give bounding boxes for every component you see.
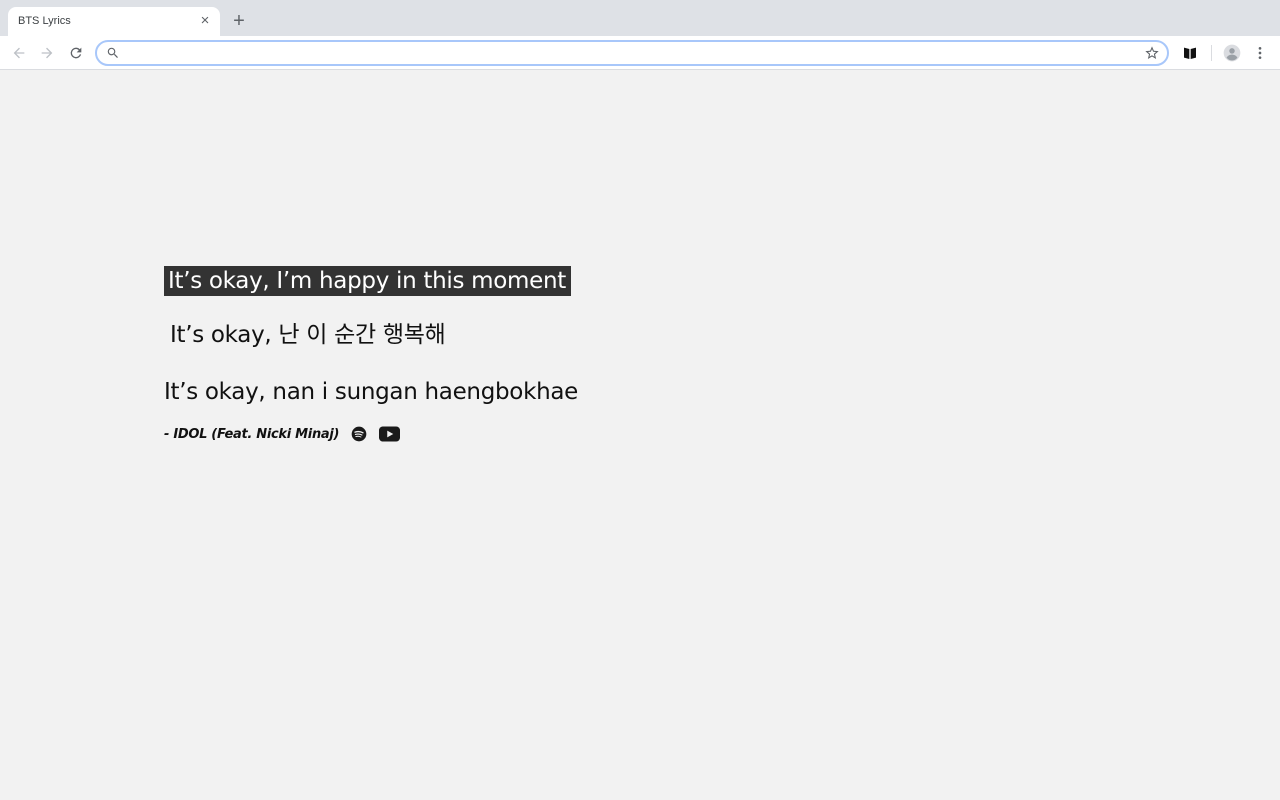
lyric-romanized: It’s okay, nan i sungan haengbokhae	[164, 379, 579, 405]
address-input[interactable]	[127, 44, 1131, 64]
browser-toolbar	[0, 36, 1280, 70]
tab-strip: BTS Lyrics × +	[0, 0, 1280, 36]
lyric-korean: It’s okay, 난 이 순간 행복해	[170, 322, 446, 348]
arrow-forward-icon[interactable]	[37, 43, 57, 63]
browser-tab[interactable]: BTS Lyrics ×	[8, 7, 220, 36]
toolbar-divider	[1211, 45, 1212, 61]
address-bar[interactable]	[95, 40, 1169, 66]
tab-close-icon[interactable]: ×	[197, 13, 213, 29]
lyric-english-highlighted: It’s okay, I’m happy in this moment	[164, 266, 572, 296]
kebab-menu-icon[interactable]	[1250, 43, 1270, 63]
tab-title: BTS Lyrics	[18, 15, 71, 27]
song-title: - IDOL (Feat. Nicki Minaj)	[164, 426, 340, 442]
avatar-icon[interactable]	[1222, 43, 1242, 63]
song-source-row: - IDOL (Feat. Nicki Minaj)	[164, 423, 864, 445]
lyrics-card: It’s okay, I’m happy in this moment It’s…	[164, 266, 864, 445]
arrow-back-icon[interactable]	[9, 43, 29, 63]
youtube-icon[interactable]	[379, 426, 401, 442]
reload-icon[interactable]	[66, 43, 86, 63]
spotify-icon[interactable]	[351, 426, 367, 442]
search-icon	[107, 47, 118, 58]
star-icon[interactable]	[1144, 45, 1160, 61]
new-tab-icon[interactable]: +	[230, 11, 248, 31]
extension-book-icon[interactable]	[1180, 43, 1200, 63]
